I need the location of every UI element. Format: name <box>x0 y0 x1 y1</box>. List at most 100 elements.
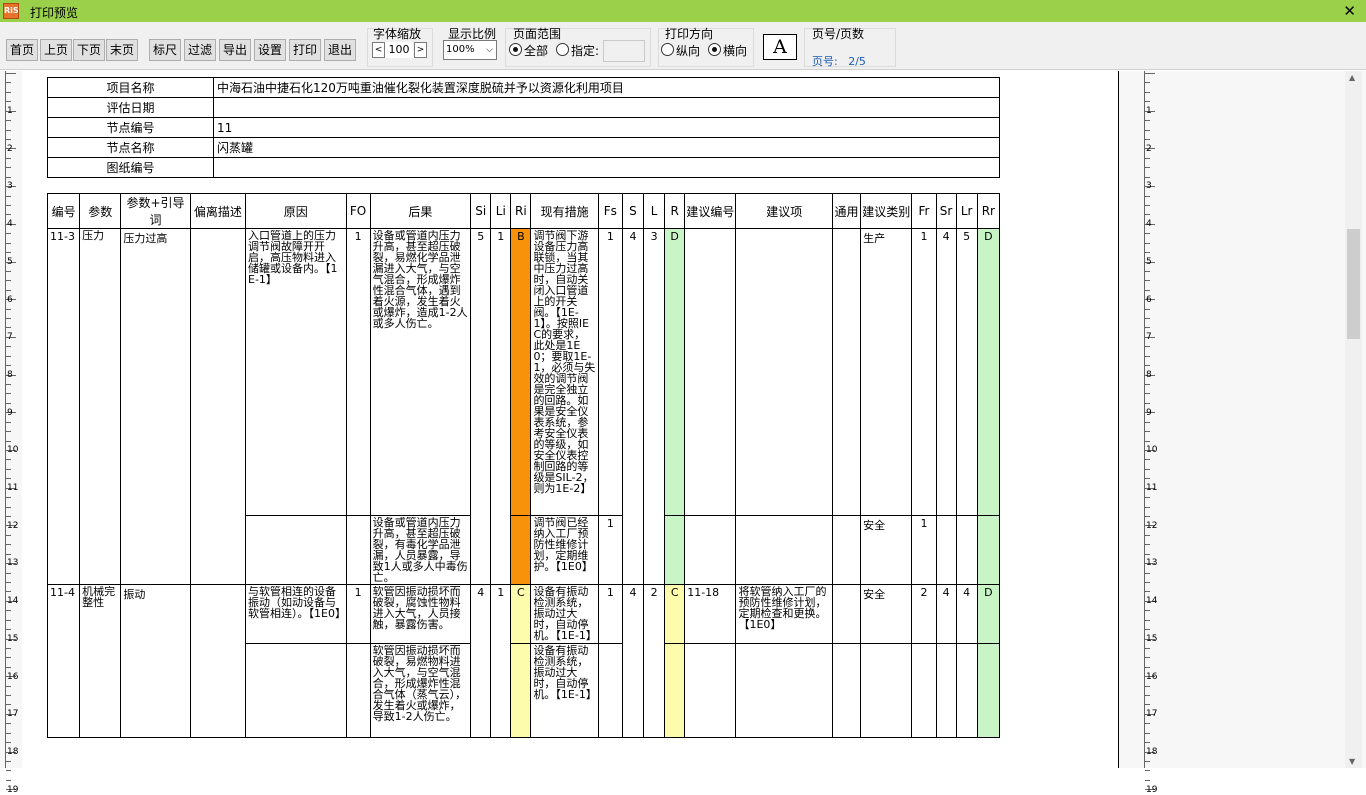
ruler-tick <box>6 365 11 367</box>
table-cell <box>831 228 862 516</box>
table-cell: 11-3 <box>46 228 81 585</box>
cell-text: 入口管道上的压力调节阀故障开开启，高压物料进入储罐或设备内。【1E-1】 <box>248 230 338 286</box>
ruler-tick <box>6 657 11 659</box>
close-button[interactable]: ✕ <box>1343 2 1356 20</box>
ruler-tick <box>1145 497 1150 499</box>
filter-button[interactable]: 过滤 <box>184 39 216 61</box>
ruler-number: 14 <box>7 596 19 607</box>
column-header: R <box>664 193 686 229</box>
ruler-tick <box>1145 478 1150 480</box>
ruler-tick <box>6 742 11 744</box>
last-page-button[interactable]: 末页 <box>106 39 138 61</box>
table-cell: 4 <box>621 584 645 738</box>
scroll-thumb[interactable] <box>1347 229 1360 339</box>
cell-text: 设备或管道内压力升高，甚至超压破裂，有毒化学品泄漏，人员暴露，导致1人或多人中毒… <box>372 517 468 583</box>
column-header: S <box>621 193 645 229</box>
ruler-tick <box>6 581 11 583</box>
table-cell: 3 <box>643 228 666 585</box>
ruler-tick <box>1145 695 1150 697</box>
table-cell <box>735 515 833 585</box>
ruler-tick <box>6 440 11 442</box>
exit-button[interactable]: 退出 <box>324 39 356 61</box>
table-cell: 机械完整性 <box>79 584 122 738</box>
ruler-button[interactable]: 标尺 <box>149 39 181 61</box>
info-key: 节点编号 <box>47 117 214 138</box>
ruler-tick <box>6 591 11 593</box>
ruler-tick <box>6 73 16 74</box>
column-header: 后果 <box>369 193 472 229</box>
table-cell: 4 <box>935 228 957 516</box>
ruler-tick <box>6 138 11 140</box>
table-header-row: 编号 参数 参数+引导词 偏离描述 原因 FO 后果 Si Li Ri 现有措施 Fs S L R 建议编号建… <box>46 193 1001 229</box>
ruler-tick <box>1145 346 1150 348</box>
ruler-number: 16 <box>7 671 19 682</box>
ruler-tick <box>1145 120 1150 122</box>
font-scale-decrease-button[interactable]: < <box>372 42 385 58</box>
left-ruler: 1 2 3 4 5 6 7 8 9 10 11 12 13 14 15 16 17 18 19 <box>5 71 19 795</box>
first-page-button[interactable]: 首页 <box>6 39 38 61</box>
table-cell <box>510 643 532 738</box>
ruler-tick <box>1145 591 1150 593</box>
table-cell: 安全 <box>860 515 913 585</box>
ruler-tick <box>6 318 11 320</box>
page-range-all-radio[interactable] <box>509 43 522 56</box>
column-header: Lr <box>955 193 978 229</box>
ruler-tick <box>1145 73 1155 74</box>
font-scale-value[interactable]: 100 <box>385 42 413 58</box>
table-cell <box>955 643 978 738</box>
table-cell <box>684 515 737 585</box>
table-cell: 软管因振动损坏而破裂，腐蚀性物料进入大气，人员接触，暴露伤害。 <box>369 584 472 644</box>
settings-button[interactable]: 设置 <box>254 39 286 61</box>
next-page-button[interactable]: 下页 <box>73 39 105 61</box>
ruler-tick <box>6 666 11 668</box>
print-button[interactable]: 打印 <box>289 39 321 61</box>
ruler-tick <box>6 506 11 508</box>
info-value <box>213 157 1000 178</box>
table-cell: 4 <box>955 584 978 644</box>
table-cell: 安全 <box>860 584 913 644</box>
scroll-up-icon[interactable]: ▲ <box>1349 73 1355 82</box>
column-header: 编号 <box>46 193 81 229</box>
ruler-tick <box>1145 176 1150 178</box>
export-button[interactable]: 导出 <box>219 39 251 61</box>
table-cell: 1 <box>345 584 371 644</box>
font-scale-increase-button[interactable]: > <box>414 42 427 58</box>
page-range-all-label: 全部 <box>524 44 549 58</box>
display-ratio-select[interactable]: 100% ⌵ <box>443 40 497 60</box>
ruler-tick <box>6 779 11 781</box>
ruler-tick <box>1145 91 1150 93</box>
ruler-tick <box>6 214 11 216</box>
ruler-number: 13 <box>7 558 19 569</box>
page-info-label: 页号: <box>812 55 838 68</box>
prev-page-button[interactable]: 上页 <box>40 39 72 61</box>
ruler-tick <box>1145 318 1150 320</box>
page-range-specify-radio[interactable] <box>556 43 569 56</box>
landscape-radio[interactable] <box>708 43 721 56</box>
column-header: 现有措施 <box>530 193 599 229</box>
table-cell <box>735 228 833 516</box>
column-header: 建议项 <box>735 193 833 229</box>
info-value: 闪蒸罐 <box>213 137 1000 158</box>
scroll-down-icon[interactable]: ▼ <box>1349 757 1355 766</box>
portrait-radio[interactable] <box>661 43 674 56</box>
cell-text <box>738 230 830 514</box>
table-cell: 调节阀已经纳入工厂预防性维修计划，定期维护。【1E0】 <box>530 515 599 585</box>
page-range-label: 页面范围 <box>513 27 562 41</box>
ruler-tick <box>6 167 11 169</box>
table-cell: 入口管道上的压力调节阀故障开开启，高压物料进入储罐或设备内。【1E-1】 <box>245 228 347 516</box>
ruler-number: 15 <box>7 633 19 644</box>
table-cell: 4 <box>621 228 645 585</box>
ruler-tick <box>1145 355 1150 357</box>
vertical-scrollbar[interactable]: ▲ ▼ <box>1345 71 1362 768</box>
info-key: 图纸编号 <box>47 157 214 178</box>
ruler-number: 8 <box>7 369 13 380</box>
page-range-specify-label: 指定: <box>571 44 600 58</box>
table-cell: 1 <box>345 228 371 516</box>
font-icon[interactable]: A <box>763 34 797 60</box>
table-row: 11-4 机械完整性 振动 与软管相连的设备振动（如动设备与软管相连）。【1E0】 1 软… <box>46 584 1001 738</box>
ruler-tick <box>1145 666 1150 668</box>
page-range-input[interactable] <box>603 40 645 62</box>
table-cell: 调节阀下游设备压力高联锁，当其中压力过高时，自动关闭入口管道上的开关阀。【1E-… <box>530 228 599 516</box>
column-header: 建议类别 <box>860 193 913 229</box>
ruler-tick <box>1145 459 1150 461</box>
